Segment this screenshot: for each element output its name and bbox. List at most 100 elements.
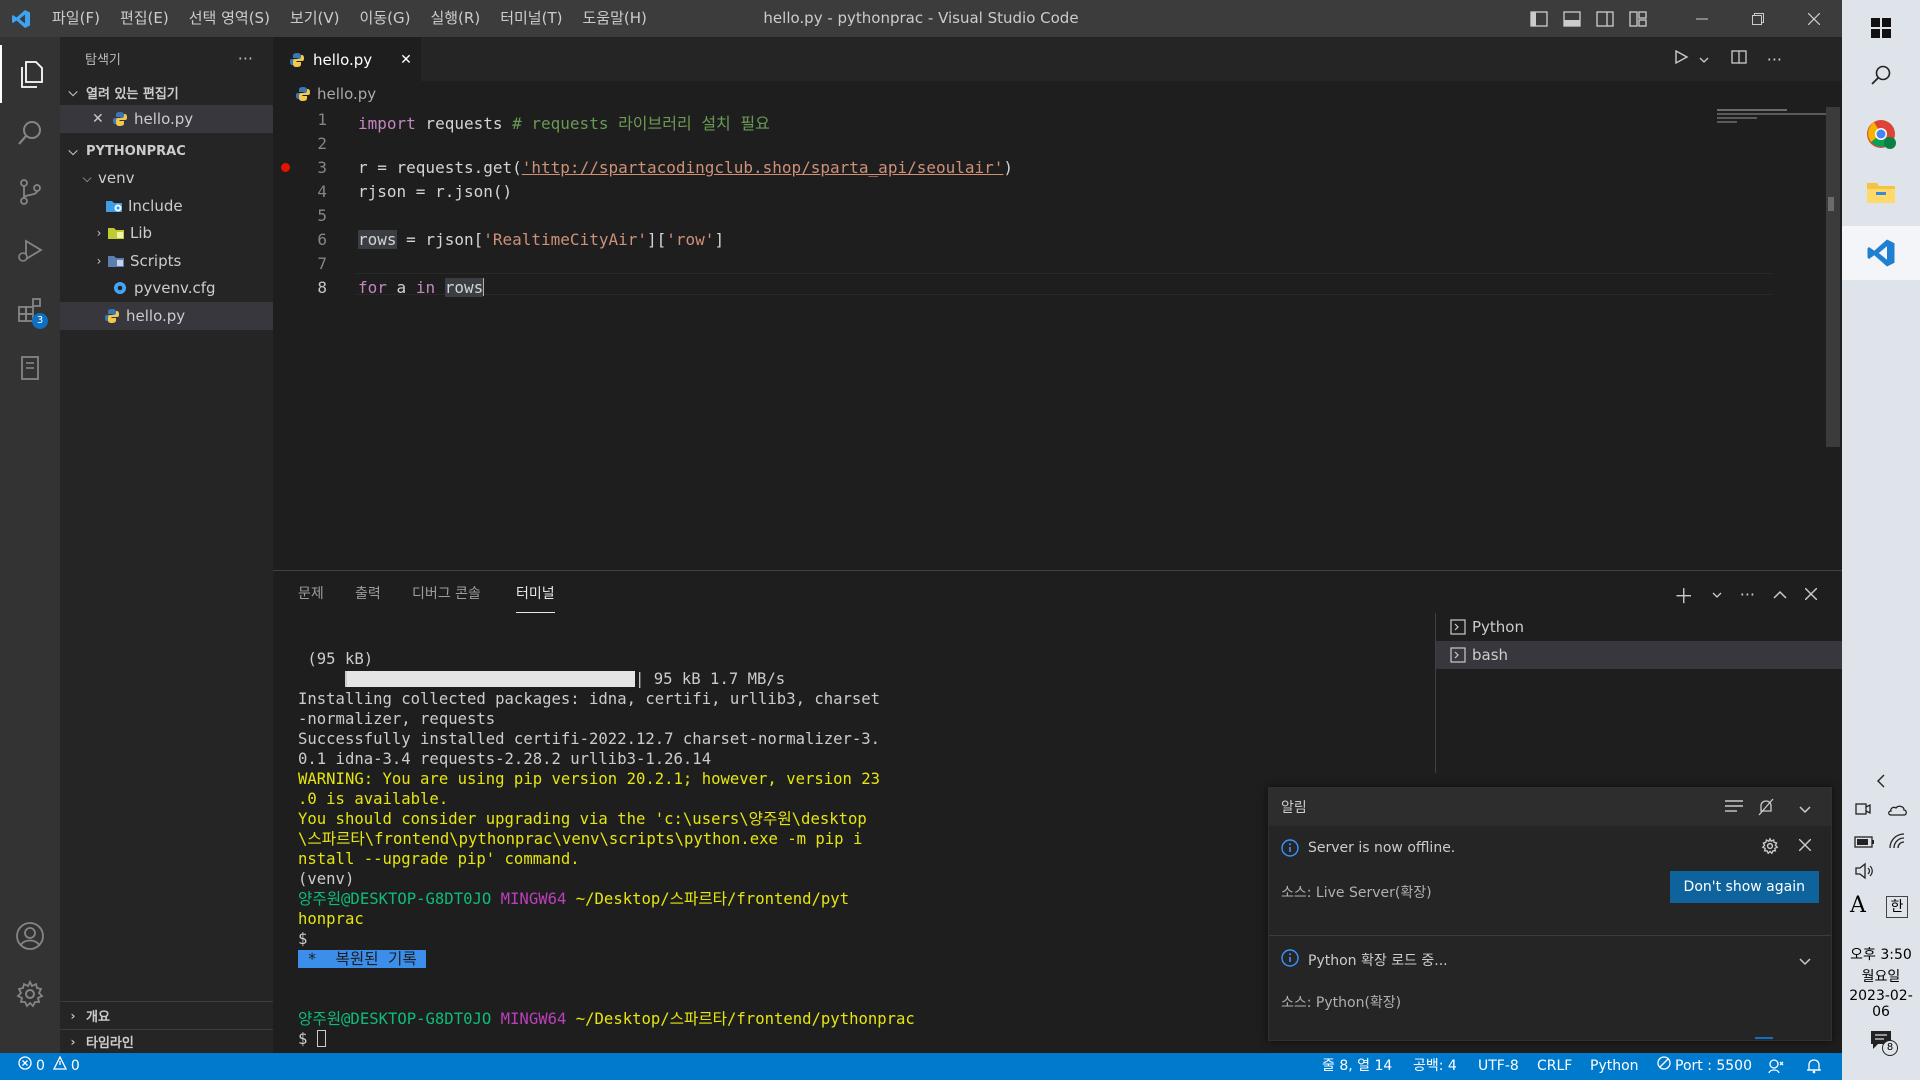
explorer-icon[interactable] [0, 45, 60, 103]
do-not-disturb-bell-icon[interactable] [1757, 798, 1775, 820]
menu-go[interactable]: 이동(G) [350, 0, 421, 37]
restore-button[interactable] [1730, 0, 1786, 37]
project-section[interactable]: ⌵ PYTHONPRAC [60, 139, 273, 165]
terminal-list-item[interactable]: Python [1436, 613, 1842, 641]
code-line-6: rows = rjson['RealtimeCityAir']['row'] [358, 230, 724, 249]
indentation-status[interactable]: 공백: 4 [1413, 1053, 1457, 1080]
new-terminal-icon[interactable]: ＋ [1674, 580, 1694, 609]
clock-weekday[interactable]: 월요일 [1842, 966, 1920, 986]
editor-more-icon[interactable]: ··· [1767, 50, 1782, 69]
run-dropdown-chevron-icon[interactable] [1699, 50, 1709, 69]
code-line-8: for a in rows [358, 278, 485, 297]
source-control-icon[interactable] [0, 163, 60, 221]
tree-file-pyvenv[interactable]: pyvenv.cfg [60, 275, 273, 303]
accounts-icon[interactable] [0, 907, 60, 965]
ime-mode-han[interactable]: 한 [1886, 896, 1908, 918]
tab-close-icon[interactable]: ✕ [400, 52, 412, 68]
wifi-icon[interactable] [1888, 832, 1906, 854]
extensions-icon[interactable]: 3 [0, 281, 60, 339]
show-hidden-icons-chevron-icon[interactable] [1842, 768, 1920, 794]
close-editor-icon[interactable]: ✕ [92, 111, 110, 127]
terminal-list-item[interactable]: bash [1436, 641, 1842, 669]
minimize-button[interactable] [1674, 0, 1730, 37]
windows-start-icon[interactable] [1842, 8, 1920, 48]
explorer-sidebar: 탐색기 ··· ⌵ 열려 있는 편집기 ✕ hello.py ⌵ PYTHONP… [60, 37, 273, 1053]
expand-notification-chevron-icon[interactable] [1799, 954, 1811, 970]
notification-message: Server is now offline. [1308, 840, 1456, 856]
hide-notifications-chevron-icon[interactable] [1799, 802, 1811, 818]
open-editor-item[interactable]: ✕ hello.py [60, 105, 273, 133]
code-string-link[interactable]: 'http://spartacodingclub.shop/sparta_api… [522, 158, 1004, 177]
run-debug-icon[interactable] [0, 221, 60, 279]
outline-section[interactable]: › 개요 [60, 1001, 273, 1029]
menu-selection[interactable]: 선택 영역(S) [179, 0, 280, 37]
tab-terminal[interactable]: 터미널 [516, 583, 555, 613]
line-number: 5 [317, 206, 327, 225]
editor-scrollbar[interactable] [1826, 107, 1840, 447]
tab-problems[interactable]: 문제 [298, 583, 324, 613]
tree-folder-venv[interactable]: ⌵ venv [60, 165, 273, 193]
settings-gear-icon[interactable] [0, 965, 60, 1023]
taskbar-search-icon[interactable] [1842, 55, 1920, 95]
explorer-more-button[interactable]: ··· [238, 49, 253, 68]
toggle-sidebar-icon[interactable] [1522, 0, 1555, 37]
menu-file[interactable]: 파일(F) [42, 0, 110, 37]
problems-status[interactable]: 0 0 [18, 1053, 80, 1080]
close-panel-icon[interactable] [1804, 585, 1818, 604]
menu-terminal[interactable]: 터미널(T) [490, 0, 572, 37]
open-editors-section[interactable]: ⌵ 열려 있는 편집기 [60, 79, 273, 105]
tab-output[interactable]: 출력 [355, 583, 381, 613]
remote-explorer-icon[interactable] [0, 339, 60, 397]
project-header: PYTHONPRAC [86, 144, 186, 159]
cursor-position[interactable]: 줄 8, 열 14 [1322, 1053, 1392, 1080]
toggle-panel-icon[interactable] [1555, 0, 1588, 37]
live-server-status[interactable]: Port : 5500 [1657, 1053, 1752, 1080]
split-editor-icon[interactable] [1731, 49, 1747, 69]
line-number: 8 [317, 278, 327, 297]
toggle-secondary-sidebar-icon[interactable] [1588, 0, 1621, 37]
action-center-icon[interactable]: 8 [1870, 1030, 1898, 1056]
notification-close-icon[interactable] [1798, 838, 1812, 855]
clock-time[interactable]: 오후 3:50 [1842, 944, 1920, 964]
clock-date[interactable]: 2023-02-06 [1842, 988, 1920, 1020]
file-explorer-icon[interactable] [1842, 170, 1920, 214]
breadcrumb-file[interactable]: hello.py [317, 85, 376, 103]
minimap[interactable] [1713, 107, 1827, 570]
run-python-icon[interactable] [1673, 49, 1689, 69]
search-icon[interactable] [0, 104, 60, 162]
menu-edit[interactable]: 편집(E) [110, 0, 179, 37]
dont-show-again-button[interactable]: Don't show again [1669, 871, 1819, 903]
tree-folder-include[interactable]: Include [60, 192, 273, 220]
clear-all-icon[interactable] [1725, 799, 1743, 817]
eol-status[interactable]: CRLF [1537, 1053, 1572, 1080]
onedrive-cloud-icon[interactable] [1886, 801, 1908, 821]
menu-help[interactable]: 도움말(H) [572, 0, 656, 37]
terminal-output[interactable]: (95 kB) | 95 kB 1.7 MB/s Installing colle… [298, 629, 1218, 1080]
menu-view[interactable]: 보기(V) [280, 0, 350, 37]
tree-file-hello[interactable]: hello.py [60, 302, 273, 330]
language-mode[interactable]: Python [1590, 1053, 1639, 1080]
encoding-status[interactable]: UTF-8 [1478, 1053, 1519, 1080]
tree-folder-scripts[interactable]: › Scripts [60, 247, 273, 275]
vscode-taskbar-icon[interactable] [1842, 226, 1920, 280]
timeline-section[interactable]: › 타임라인 [60, 1029, 273, 1053]
ime-mode-a[interactable]: A [1850, 893, 1866, 918]
menu-run[interactable]: 실행(R) [420, 0, 490, 37]
code-editor[interactable]: 1 2 3 4 5 6 7 8 import requests # reques… [273, 107, 1840, 570]
prompt-path: ~/Desktop/스파르타/frontend/pyt [575, 890, 850, 908]
panel-more-icon[interactable]: ··· [1740, 585, 1755, 604]
notifications-bell-icon[interactable] [1806, 1053, 1822, 1080]
notification-settings-gear-icon[interactable] [1761, 837, 1779, 859]
volume-icon[interactable] [1854, 862, 1876, 884]
chrome-icon[interactable] [1842, 112, 1920, 156]
tab-hello-py[interactable]: hello.py ✕ [273, 37, 421, 81]
term-input-line[interactable]: $ [298, 1029, 1218, 1049]
terminal-dropdown-chevron-icon[interactable] [1712, 585, 1722, 604]
close-window-button[interactable] [1786, 0, 1842, 37]
feedback-icon[interactable] [1768, 1053, 1784, 1080]
customize-layout-icon[interactable] [1621, 0, 1654, 37]
maximize-panel-icon[interactable] [1773, 585, 1787, 604]
tab-debug-console[interactable]: 디버그 콘솔 [412, 583, 481, 613]
tree-folder-lib[interactable]: › Lib [60, 220, 273, 248]
meet-now-icon[interactable] [1854, 801, 1872, 821]
